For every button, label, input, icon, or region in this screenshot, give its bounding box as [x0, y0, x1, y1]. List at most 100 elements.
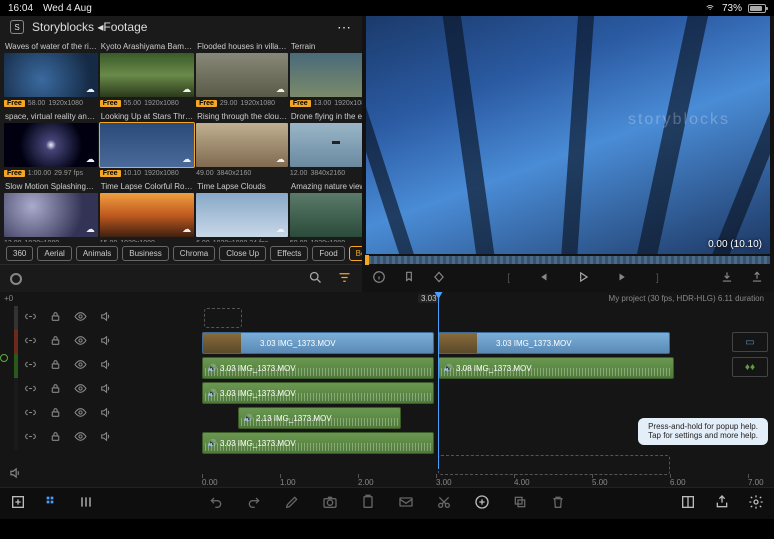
clip-thumbnail[interactable]: ☁	[196, 193, 288, 237]
clip-card[interactable]: Time Lapse Colorful Ro… ☁ 15.00 1920x108…	[100, 180, 194, 242]
master-volume-icon[interactable]	[8, 466, 22, 483]
prev-icon[interactable]	[536, 270, 550, 287]
next-icon[interactable]	[616, 270, 630, 287]
lock-icon[interactable]	[49, 406, 62, 422]
clip-card[interactable]: Time Lapse Clouds ☁ 6.00 1920x1080 24 fp…	[196, 180, 288, 242]
envelope-icon[interactable]	[398, 494, 414, 513]
speaker-icon[interactable]	[99, 430, 112, 446]
track-selector-dot[interactable]	[0, 354, 8, 362]
duplicate-icon[interactable]	[512, 494, 528, 513]
speaker-icon[interactable]	[99, 406, 112, 422]
tag-chip[interactable]: Food	[312, 246, 344, 261]
eye-icon[interactable]	[74, 310, 87, 326]
clip-card[interactable]: Kyoto Arashiyama Bam… ☁ Free 55.00 1920x…	[100, 40, 194, 108]
preview-scrubber[interactable]	[366, 256, 770, 264]
undo-icon[interactable]	[208, 494, 224, 513]
track-row[interactable]: 🔊3.03 IMG_1373.MOV🔊3.08 IMG_1373.MOV	[118, 356, 774, 380]
clip-card[interactable]: Drone flying in the even… ☁ 12.00 3840x2…	[290, 110, 362, 178]
audio-clip[interactable]: 🔊3.03 IMG_1373.MOV	[202, 357, 434, 379]
audio-clip[interactable]: 🔊3.08 IMG_1373.MOV	[438, 357, 674, 379]
eye-icon[interactable]	[74, 334, 87, 350]
clip-card[interactable]: Looking Up at Stars Thr… ☁ Free 10.10 19…	[100, 110, 194, 178]
grid-view-icon[interactable]	[44, 494, 60, 513]
filter-icon[interactable]	[337, 270, 352, 288]
time-ruler[interactable]: 0.001.002.003.004.005.006.007.00	[118, 471, 774, 487]
eye-icon[interactable]	[74, 406, 87, 422]
speaker-icon[interactable]	[99, 310, 112, 326]
clip-thumbnail[interactable]: ☁	[4, 193, 98, 237]
clip-thumbnail[interactable]: ☁	[100, 53, 194, 97]
clip-card[interactable]: space, virtual reality an… ☁ Free 1:00.0…	[4, 110, 98, 178]
lock-icon[interactable]	[49, 430, 62, 446]
eye-icon[interactable]	[74, 382, 87, 398]
audio-clip[interactable]: 🔊2.13 IMG_1373.MOV	[238, 407, 401, 429]
clipboard-icon[interactable]	[360, 494, 376, 513]
import-icon[interactable]	[750, 270, 764, 287]
link-icon[interactable]	[24, 310, 37, 326]
clip-thumbnail[interactable]: ☁	[100, 193, 194, 237]
eye-icon[interactable]	[74, 430, 87, 446]
clip-card[interactable]: Amazing nature view o… ☁ 59.00 1920x1080	[290, 180, 362, 242]
clip-card[interactable]: Waves of water of the ri… ☁ Free 58.00 1…	[4, 40, 98, 108]
in-bracket-icon[interactable]: [	[507, 273, 510, 284]
layout-icon[interactable]	[680, 494, 696, 513]
eye-icon[interactable]	[74, 358, 87, 374]
clip-card[interactable]: Rising through the clou… ☁ 49.00 3840x21…	[196, 110, 288, 178]
clip-thumbnail[interactable]: ☁	[4, 53, 98, 97]
tag-chip[interactable]: Aerial	[37, 246, 71, 261]
add-clip-icon[interactable]	[474, 494, 490, 513]
tag-chip[interactable]: Chroma	[173, 246, 215, 261]
marker-icon[interactable]	[402, 270, 416, 287]
lock-icon[interactable]	[49, 358, 62, 374]
download-icon[interactable]	[720, 270, 734, 287]
link-icon[interactable]	[24, 334, 37, 350]
audio-clip[interactable]: 🔊3.03 IMG_1373.MOV	[202, 432, 434, 454]
trash-icon[interactable]	[550, 494, 566, 513]
play-icon[interactable]	[576, 270, 590, 287]
link-icon[interactable]	[24, 430, 37, 446]
out-bracket-icon[interactable]: ]	[656, 273, 659, 284]
record-icon[interactable]	[10, 273, 22, 285]
video-clip[interactable]: 🔊3.03 IMG_1373.MOV	[202, 332, 434, 354]
speaker-icon[interactable]	[99, 334, 112, 350]
speaker-icon[interactable]	[99, 358, 112, 374]
gear-icon[interactable]	[748, 494, 764, 513]
tag-chip[interactable]: Close Up	[219, 246, 266, 261]
clip-thumbnail[interactable]: ☁	[4, 123, 98, 167]
edit-icon[interactable]	[284, 494, 300, 513]
lock-icon[interactable]	[49, 310, 62, 326]
video-clip[interactable]: 🔊3.03 IMG_1373.MOV	[438, 332, 670, 354]
tag-chip[interactable]: Business	[122, 246, 168, 261]
levels-icon[interactable]	[78, 494, 94, 513]
clip-thumbnail[interactable]: ☁	[196, 53, 288, 97]
clip-thumbnail[interactable]: ☁	[100, 123, 194, 167]
clip-thumbnail[interactable]: ☁	[290, 193, 362, 237]
redo-icon[interactable]	[246, 494, 262, 513]
clip-card[interactable]: Terrain ☁ Free 13.00 1920x1080	[290, 40, 362, 108]
speaker-icon[interactable]	[99, 382, 112, 398]
browser-title[interactable]: Storyblocks ◂Footage	[32, 20, 147, 34]
search-icon[interactable]	[308, 270, 323, 288]
tracks-area[interactable]: 3.03 ▭ ♦♦ 🔊3.03 IMG_1373.MOV🔊3.03 IMG_13…	[118, 292, 774, 487]
playhead[interactable]	[438, 292, 439, 469]
clip-thumbnail[interactable]: ☁	[290, 53, 362, 97]
keyframe-icon[interactable]	[432, 270, 446, 287]
track-row[interactable]: 🔊3.03 IMG_1373.MOV🔊3.03 IMG_1373.MOV	[118, 331, 774, 355]
tag-chip[interactable]: Beverages	[349, 246, 362, 261]
tag-chip[interactable]: 360	[6, 246, 33, 261]
lock-icon[interactable]	[49, 382, 62, 398]
link-icon[interactable]	[24, 382, 37, 398]
clip-card[interactable]: Flooded houses in villa… ☁ Free 29.00 19…	[196, 40, 288, 108]
track-row[interactable]: 🔊3.03 IMG_1373.MOV	[118, 381, 774, 405]
camera-icon[interactable]	[322, 494, 338, 513]
lock-icon[interactable]	[49, 334, 62, 350]
clip-card[interactable]: Slow Motion Splashing… ☁ 13.00 1920x1080	[4, 180, 98, 242]
add-track-icon[interactable]	[10, 494, 26, 513]
info-icon[interactable]	[372, 270, 386, 287]
tag-chip[interactable]: Effects	[270, 246, 308, 261]
cut-icon[interactable]	[436, 494, 452, 513]
source-icon[interactable]: S	[10, 20, 24, 34]
clip-thumbnail[interactable]: ☁	[196, 123, 288, 167]
audio-clip[interactable]: 🔊3.03 IMG_1373.MOV	[202, 382, 434, 404]
link-icon[interactable]	[24, 358, 37, 374]
